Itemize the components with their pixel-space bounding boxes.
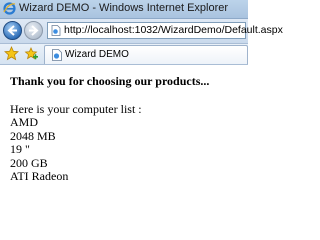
forward-arrow-icon — [29, 25, 39, 36]
back-button[interactable] — [3, 21, 22, 40]
tab-label: Wizard DEMO — [65, 49, 129, 60]
title-bar: Wizard DEMO - Windows Internet Explorer — [0, 0, 248, 19]
navigation-bar: http://localhost:1032/WizardDemo/Default… — [0, 19, 283, 44]
window-title: Wizard DEMO - Windows Internet Explorer — [19, 2, 229, 14]
list-item: 200 GB — [10, 155, 48, 170]
page-content: Thank you for choosing our products... H… — [0, 65, 248, 210]
list-item: ATI Radeon — [10, 169, 69, 183]
forward-button[interactable] — [24, 21, 43, 40]
page-icon — [52, 49, 62, 61]
address-url: http://localhost:1032/WizardDemo/Default… — [64, 24, 283, 36]
add-favorites-icon[interactable] — [24, 46, 39, 61]
back-arrow-icon — [7, 25, 17, 36]
computer-list: AMD 2048 MB 19 " 200 GB ATI Radeon — [10, 115, 69, 184]
favorites-star-icon[interactable] — [4, 46, 19, 61]
thank-you-message: Thank you for choosing our products... — [10, 74, 210, 88]
list-item: 2048 MB — [10, 128, 56, 143]
page-icon — [51, 25, 61, 36]
tab-bar: Wizard DEMO — [0, 44, 248, 65]
list-item: 19 " — [10, 142, 30, 156]
internet-explorer-icon — [3, 2, 16, 15]
list-item: AMD — [10, 115, 39, 129]
tab-wizard-demo[interactable]: Wizard DEMO — [44, 45, 248, 64]
address-bar[interactable]: http://localhost:1032/WizardDemo/Default… — [47, 22, 283, 39]
